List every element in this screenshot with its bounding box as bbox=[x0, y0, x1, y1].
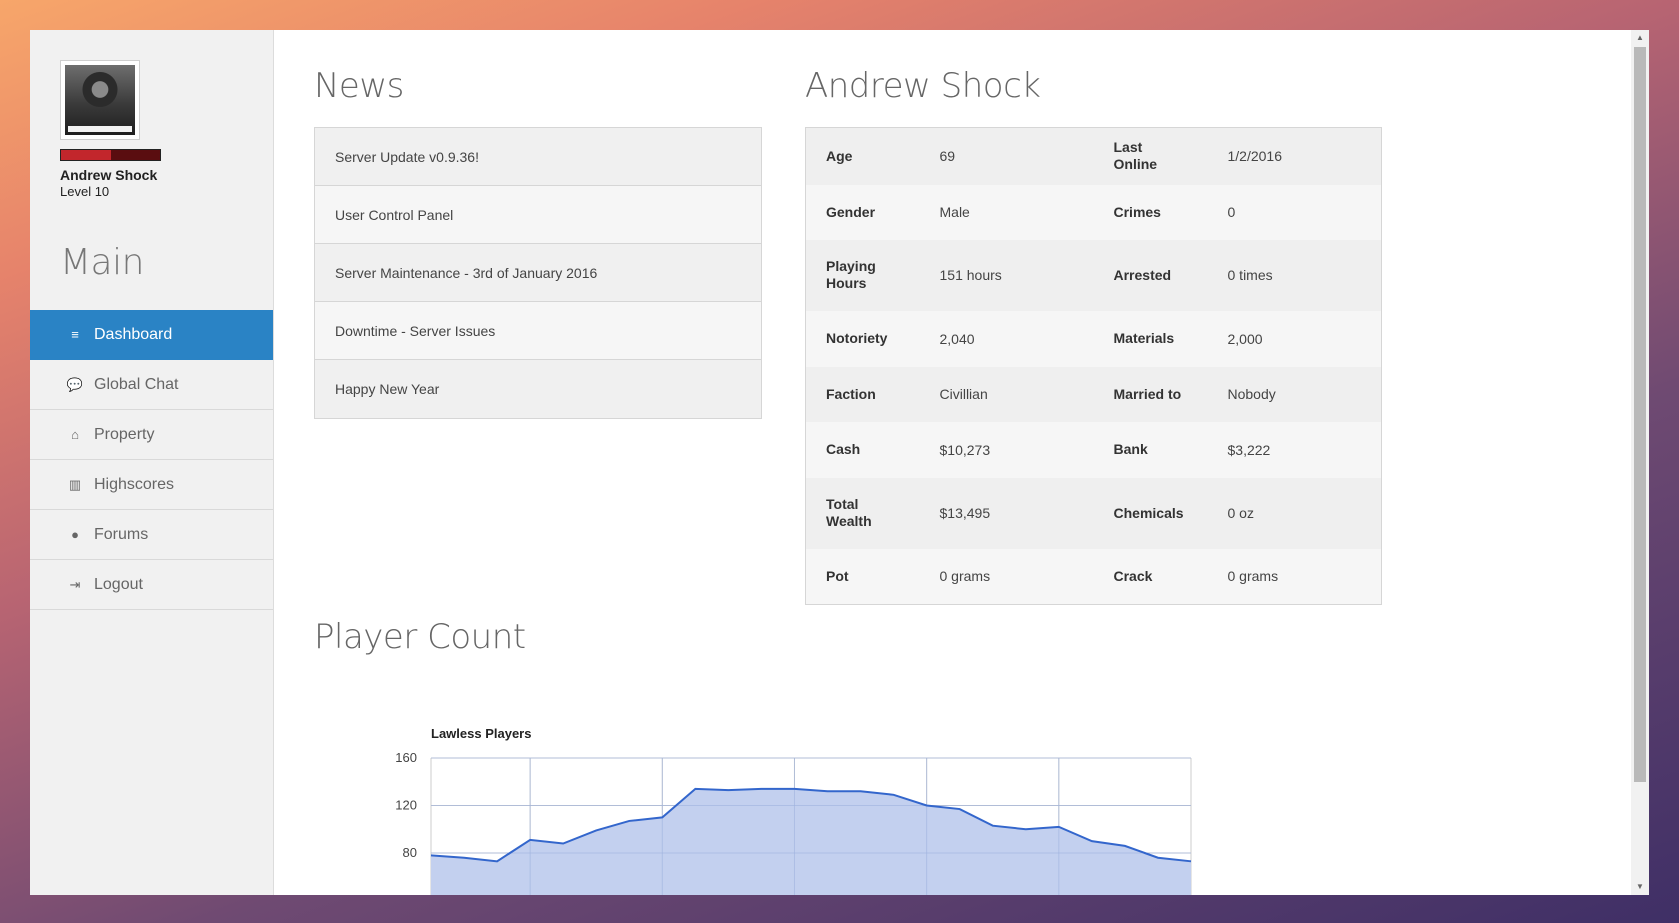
sidebar-item-label: Highscores bbox=[94, 475, 175, 493]
news-title: News bbox=[314, 66, 404, 106]
stat-value: 0 bbox=[1227, 204, 1236, 220]
stats-row: Cash $10,273 Bank $3,222 bbox=[805, 421, 1382, 478]
sidebar-item-dashboard[interactable]: ≡ Dashboard bbox=[30, 310, 273, 360]
browser-window: Andrew Shock Level 10 Main ≡ Dashboard 💬 Gl… bbox=[30, 30, 1649, 895]
chart-y-tick-label: 40 bbox=[403, 893, 417, 896]
stats-row: Total Wealth $13,495 Chemicals 0 oz bbox=[805, 477, 1382, 549]
chart-y-tick-label: 120 bbox=[395, 798, 417, 813]
news-item[interactable]: Downtime - Server Issues bbox=[315, 302, 761, 360]
health-bar-fill bbox=[61, 150, 111, 160]
chart-y-tick-label: 160 bbox=[395, 750, 417, 765]
stat-label: Crack bbox=[1113, 567, 1153, 584]
stat-label: Faction bbox=[826, 385, 876, 402]
sidebar-item-label: Dashboard bbox=[94, 325, 173, 343]
news-item[interactable]: User Control Panel bbox=[315, 186, 761, 244]
stat-value: 2,040 bbox=[939, 330, 975, 347]
stat-label: Gender bbox=[826, 203, 876, 220]
comment-icon: ● bbox=[71, 527, 79, 542]
player-count-chart: Lawless Players 160 120 80 40 bbox=[314, 720, 1194, 895]
stat-label: Bank bbox=[1113, 441, 1148, 457]
player-title: Andrew Shock bbox=[805, 66, 1041, 106]
sidebar-item-label: Logout bbox=[94, 575, 143, 593]
sidebar-section-title: Main bbox=[60, 242, 144, 283]
health-bar bbox=[60, 149, 161, 161]
sidebar-item-global-chat[interactable]: 💬 Global Chat bbox=[30, 360, 273, 410]
sidebar-item-label: Property bbox=[94, 425, 155, 443]
scrollbar-thumb[interactable] bbox=[1634, 47, 1646, 782]
profile-name: Andrew Shock bbox=[60, 167, 158, 183]
stat-value: 0 oz bbox=[1227, 505, 1254, 521]
scroll-down-icon[interactable]: ▼ bbox=[1631, 879, 1649, 895]
news-item[interactable]: Server Maintenance - 3rd of January 2016 bbox=[315, 244, 761, 302]
stat-value: 2,000 bbox=[1227, 330, 1263, 347]
news-item[interactable]: Server Update v0.9.36! bbox=[315, 128, 761, 186]
avatar[interactable] bbox=[60, 60, 140, 140]
stats-row: Gender Male Crimes 0 bbox=[805, 184, 1382, 240]
sidebar-item-highscores[interactable]: ▥ Highscores bbox=[30, 460, 273, 510]
stats-row: Faction Civillian Married to Nobody bbox=[805, 366, 1382, 422]
stat-label: Chemicals bbox=[1113, 504, 1184, 521]
stat-label: Notoriety bbox=[826, 330, 888, 346]
chat-icon: 💬 bbox=[66, 376, 84, 392]
scrollbar[interactable]: ▲ ▼ bbox=[1631, 30, 1649, 895]
stat-value: $13,495 bbox=[939, 505, 991, 521]
profile-level: Level 10 bbox=[60, 184, 110, 199]
stats-row: Playing Hours 151 hours Arrested 0 times bbox=[805, 239, 1382, 311]
chart-title: Lawless Players bbox=[431, 726, 531, 741]
chart-y-tick-label: 80 bbox=[403, 845, 417, 860]
stat-value: $10,273 bbox=[939, 441, 991, 458]
stats-row: Notoriety 2,040 Materials 2,000 bbox=[805, 310, 1382, 367]
avatar-image bbox=[65, 65, 135, 135]
stat-label: Age bbox=[826, 147, 853, 164]
stat-value: 0 grams bbox=[1227, 568, 1279, 585]
main-content: News Server Update v0.9.36! User Control … bbox=[274, 30, 1631, 895]
stat-value: 0 times bbox=[1227, 267, 1273, 283]
sidebar-item-forums[interactable]: ● Forums bbox=[30, 510, 273, 560]
stat-label: Total Wealth bbox=[826, 496, 872, 529]
stat-label: Pot bbox=[826, 567, 849, 584]
stat-value: 69 bbox=[939, 148, 956, 165]
stat-value: $3,222 bbox=[1227, 441, 1271, 458]
stat-value: Civillian bbox=[939, 386, 988, 402]
stats-row: Pot 0 grams Crack 0 grams bbox=[805, 548, 1382, 605]
chart-svg: Lawless Players 160 120 80 40 bbox=[395, 726, 1192, 896]
logout-icon: ⇥ bbox=[69, 576, 81, 592]
stat-value: Male bbox=[939, 204, 970, 220]
list-icon: ≡ bbox=[71, 327, 79, 342]
stat-label: Playing Hours bbox=[826, 258, 876, 291]
sidebar-item-logout[interactable]: ⇥ Logout bbox=[30, 560, 273, 610]
player-count-title: Player Count bbox=[314, 617, 526, 657]
sidebar-item-label: Global Chat bbox=[94, 375, 179, 393]
stat-value: 1/2/2016 bbox=[1227, 148, 1283, 165]
stat-label: Materials bbox=[1113, 330, 1175, 346]
stat-value: 0 grams bbox=[939, 568, 991, 585]
stat-value: Nobody bbox=[1227, 386, 1276, 402]
news-item[interactable]: Happy New Year bbox=[315, 360, 761, 418]
player-stats-table: Age 69 Last Online 1/2/2016 Gender Male Crimes… bbox=[805, 127, 1382, 605]
stats-row: Age 69 Last Online 1/2/2016 bbox=[805, 127, 1382, 185]
stat-label: Last Online bbox=[1113, 139, 1158, 173]
stat-label: Cash bbox=[826, 441, 861, 457]
stat-value: 151 hours bbox=[939, 267, 1002, 283]
sidebar-item-label: Forums bbox=[94, 525, 149, 543]
sidebar-nav: ≡ Dashboard 💬 Global Chat ⌂ Property ▥ Highscor… bbox=[30, 310, 273, 610]
home-icon: ⌂ bbox=[71, 427, 79, 442]
stat-label: Married to bbox=[1113, 385, 1182, 402]
profile-card: Andrew Shock Level 10 bbox=[60, 60, 260, 199]
stat-label: Crimes bbox=[1113, 203, 1161, 220]
stat-label: Arrested bbox=[1113, 266, 1172, 283]
news-list: Server Update v0.9.36! User Control Panel… bbox=[314, 127, 762, 419]
scroll-up-icon[interactable]: ▲ bbox=[1631, 30, 1649, 46]
sidebar: Andrew Shock Level 10 Main ≡ Dashboard 💬 Gl… bbox=[30, 30, 274, 895]
bar-chart-icon: ▥ bbox=[68, 476, 82, 492]
sidebar-item-property[interactable]: ⌂ Property bbox=[30, 410, 273, 460]
